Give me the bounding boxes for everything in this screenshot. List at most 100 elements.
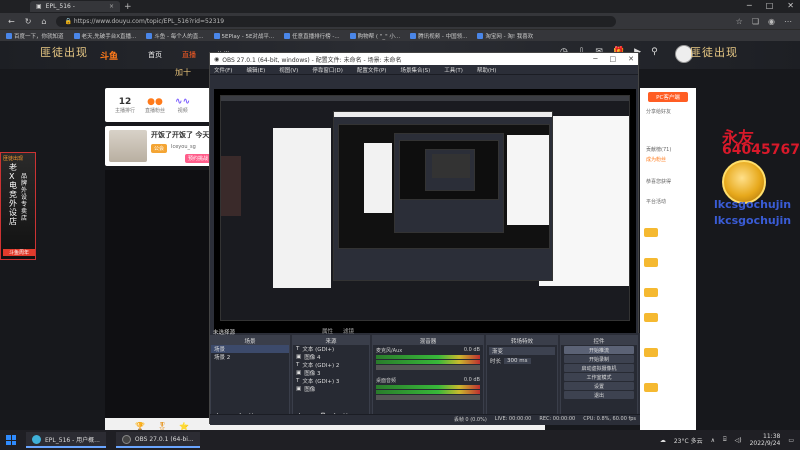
bookmark-item[interactable]: 百度一下，你就知道 (6, 32, 64, 40)
site-logo[interactable]: 斗鱼 (100, 49, 118, 62)
left-ad[interactable]: 匪徒出现 老X电竞外设店 品牌外设专卖店 斗鱼周年 (0, 152, 36, 260)
filters-button[interactable]: 滤镜 (343, 327, 354, 335)
chevron-up-icon[interactable]: ∧ (711, 437, 715, 444)
source-item[interactable]: T 文本 (GDI+) (293, 345, 369, 353)
close-icon[interactable]: ✕ (628, 55, 634, 63)
notification-icon[interactable]: ▭ (788, 437, 794, 444)
contrib-rank[interactable]: 贡献榜(71) (646, 146, 671, 153)
stat-fans[interactable]: ●● 直播粉丝 (145, 97, 165, 114)
taskbar-item-browser[interactable]: EPL_516 - 用户概... (26, 432, 106, 448)
taskbar-item-obs[interactable]: OBS 27.0.1 (64-bi... (115, 432, 200, 448)
stat-rank[interactable]: 12 主播排行 (115, 97, 135, 114)
transitions-dock: 转场特效 渐变 时长 300 ms (486, 335, 558, 423)
edge-icon (32, 434, 41, 444)
nav-home[interactable]: 首页 (148, 50, 162, 60)
anchor-action-button[interactable]: 预约挑战 (185, 154, 212, 163)
url-input[interactable]: 🔒 https://www.douyu.com/topic/EPL_516?ri… (56, 15, 617, 27)
stat-video[interactable]: ∿∿ 视频 (175, 97, 190, 114)
scene-item[interactable]: 场景 2 (211, 353, 289, 361)
studio-mode-button[interactable]: 工作室模式 (564, 373, 634, 381)
bookmark-icon (213, 32, 220, 39)
close-tab-icon[interactable]: × (109, 3, 114, 10)
pc-client-button[interactable]: PC客户端 (648, 92, 688, 102)
bookmark-item[interactable]: 腾讯视频 - 中国领... (410, 32, 467, 40)
bookmark-item[interactable]: 任意直播排行榜 -... (284, 32, 340, 40)
source-item[interactable]: ▣ 图像 (293, 385, 369, 393)
volume-slider[interactable] (376, 365, 480, 370)
obs-title-bar: ◉ OBS 27.0.1 (64-bit, windows) - 配置文件: 未… (210, 53, 638, 65)
minimize-icon[interactable]: ─ (747, 1, 752, 10)
menu-help[interactable]: 帮助(H) (477, 66, 496, 74)
maximize-icon[interactable]: □ (766, 1, 774, 10)
header-banner-left: 匪徒出现 (40, 46, 88, 59)
location-icon[interactable]: ⚲ (651, 47, 658, 57)
source-item[interactable]: T 文本 (GDI+) 2 (293, 361, 369, 369)
volume-icon[interactable]: ◁) (735, 437, 742, 444)
menu-edit[interactable]: 编辑(E) (246, 66, 265, 74)
obs-window[interactable]: ◉ OBS 27.0.1 (64-bit, windows) - 配置文件: 未… (209, 52, 640, 425)
bookmark-icon (73, 32, 80, 39)
menu-file[interactable]: 文件(F) (214, 66, 232, 74)
scene-item[interactable]: 场景 (211, 345, 289, 353)
menu-docks[interactable]: 停靠窗口(D) (312, 66, 343, 74)
clock[interactable]: 11:38 2022/9/24 (750, 433, 781, 447)
obs-logo-icon: ◉ (214, 55, 220, 63)
start-recording-button[interactable]: 开始录制 (564, 355, 634, 363)
share-link[interactable]: 分享给好友 (646, 108, 671, 115)
nested-capture-2 (338, 124, 550, 249)
chat-line: 恭喜您获得 (646, 179, 672, 185)
window-controls: ─ □ ✕ (747, 1, 794, 10)
menu-view[interactable]: 视图(V) (279, 66, 298, 74)
menu-profile[interactable]: 配置文件(P) (357, 66, 387, 74)
stats-card: 12 主播排行 ●● 直播粉丝 ∿∿ 视频 (105, 88, 215, 122)
source-item[interactable]: ▣ 图像 4 (293, 353, 369, 361)
new-tab-button[interactable]: + (124, 2, 132, 12)
taskbar: EPL_516 - 用户概... OBS 27.0.1 (64-bi... ☁ … (0, 430, 800, 450)
collections-icon[interactable]: ❏ (752, 17, 759, 26)
menu-icon[interactable]: ⋯ (784, 17, 792, 26)
bookmark-icon (477, 32, 484, 39)
minimize-icon[interactable]: ─ (593, 55, 597, 63)
weather-text[interactable]: 23°C 多云 (674, 436, 703, 445)
level-badge (644, 258, 658, 267)
bookmark-item[interactable]: 斗鱼 - 每个人的直... (146, 32, 204, 40)
bookmark-item[interactable]: 老天,先破手台X直播... (73, 32, 136, 40)
browser-toolbar-icons: ☆ ❏ ◉ ⋯ (736, 17, 792, 26)
level-badge (644, 228, 658, 237)
network-icon[interactable]: ⌸ (723, 436, 727, 444)
mixer-dock: 混音器 麦克风/Aux 0.0 dB 桌面音频 0.0 dB (372, 335, 484, 423)
bookmark-icon (410, 32, 417, 39)
home-icon[interactable]: ⌂ (41, 17, 46, 26)
bookmark-icon (6, 32, 12, 39)
transition-select[interactable]: 渐变 (489, 347, 555, 355)
source-item[interactable]: ▣ 图像 3 (293, 369, 369, 377)
back-icon[interactable]: ← (8, 17, 15, 26)
anchor-card[interactable]: 开饭了开饭了 今天 公会 Iceyou_sg 预约挑战 (105, 126, 213, 166)
menu-scene-collection[interactable]: 场景集合(S) (400, 66, 430, 74)
become-fan-link[interactable]: 成为粉丝 (646, 156, 666, 163)
profile-icon[interactable]: ◉ (768, 17, 775, 26)
close-icon[interactable]: ✕ (787, 1, 794, 10)
bookmark-item[interactable]: 淘宝网 - 淘! 我喜欢 (477, 32, 533, 40)
properties-button[interactable]: 属性 (322, 327, 333, 335)
address-bar-row: ← ↻ ⌂ 🔒 https://www.douyu.com/topic/EPL_… (0, 13, 800, 29)
windows-start-icon[interactable] (6, 435, 16, 445)
virtual-camera-button[interactable]: 启动虚拟摄像机 (564, 364, 634, 372)
bookmark-item[interactable]: 5EPlay - 5E对战平... (213, 32, 274, 40)
status-live: LIVE: 00:00:00 (494, 416, 532, 422)
nav-live[interactable]: 直播 (182, 50, 196, 60)
anchor-thumbnail (109, 130, 147, 162)
settings-button[interactable]: 设置 (564, 382, 634, 390)
refresh-icon[interactable]: ↻ (25, 17, 32, 26)
exit-button[interactable]: 退出 (564, 391, 634, 399)
browser-tab[interactable]: ▣ EPL_516 - × (30, 1, 120, 12)
star-icon[interactable]: ☆ (736, 17, 743, 26)
menu-tools[interactable]: 工具(T) (444, 66, 463, 74)
duration-input[interactable]: 300 ms (504, 358, 531, 364)
bookmark-item[interactable]: 购物帮 ( "_" 小... (349, 32, 400, 40)
source-item[interactable]: T 文本 (GDI+) 3 (293, 377, 369, 385)
text-icon: T (296, 346, 300, 352)
start-streaming-button[interactable]: 开始推流 (564, 346, 634, 354)
volume-slider[interactable] (376, 395, 480, 400)
maximize-icon[interactable]: □ (610, 55, 617, 63)
